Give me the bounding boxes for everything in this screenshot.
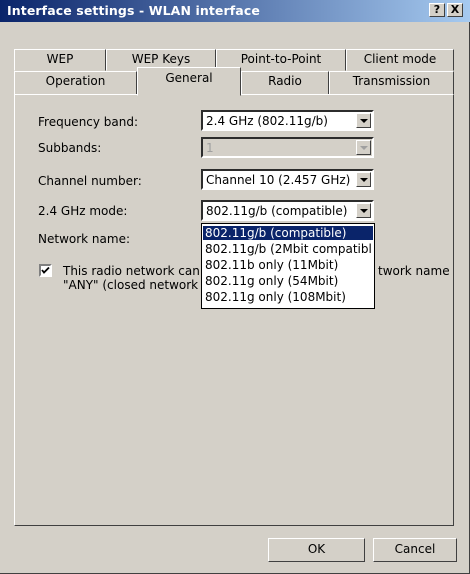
tab-general[interactable]: General <box>137 67 241 96</box>
frequency-band-label: Frequency band: <box>38 115 139 129</box>
mode-option[interactable]: 802.11b only (11Mbit) <box>203 258 373 272</box>
network-name-label: Network name: <box>38 232 130 246</box>
tab-client-mode[interactable]: Client mode <box>346 49 454 71</box>
subbands-select: 1 <box>201 137 374 158</box>
mode-option[interactable]: 802.11g/b (compatible) <box>203 226 373 240</box>
mode-option[interactable]: 802.11g only (54Mbit) <box>203 274 373 288</box>
chevron-down-icon[interactable] <box>356 203 371 218</box>
chevron-down-icon[interactable] <box>356 172 371 187</box>
closed-network-text-line1-end: twork name <box>378 264 450 278</box>
subbands-label: Subbands: <box>38 141 102 155</box>
closed-network-checkbox[interactable] <box>39 264 52 277</box>
tab-wep[interactable]: WEP <box>14 49 106 71</box>
close-button[interactable]: X <box>447 3 463 17</box>
channel-number-value: Channel 10 (2.457 GHz) <box>206 173 351 187</box>
mode-dropdown-list[interactable]: 802.11g/b (compatible) 802.11g/b (2Mbit … <box>201 223 375 309</box>
checkmark-icon <box>41 266 50 274</box>
tab-radio[interactable]: Radio <box>241 71 329 95</box>
help-button[interactable]: ? <box>429 3 445 17</box>
title-bar[interactable]: Interface settings - WLAN interface ? X <box>0 0 470 22</box>
tab-transmission[interactable]: Transmission <box>329 71 454 95</box>
chevron-down-icon <box>356 140 371 155</box>
mode-select[interactable]: 802.11g/b (compatible) <box>201 200 374 221</box>
mode-value: 802.11g/b (compatible) <box>206 204 348 218</box>
subbands-value: 1 <box>206 141 214 155</box>
mode-option[interactable]: 802.11g only (108Mbit) <box>203 290 373 304</box>
channel-number-select[interactable]: Channel 10 (2.457 GHz) <box>201 169 374 190</box>
closed-network-text-line2: "ANY" (closed network <box>63 278 199 292</box>
dialog-window: Interface settings - WLAN interface ? X … <box>0 0 470 574</box>
mode-label: 2.4 GHz mode: <box>38 204 128 218</box>
chevron-down-icon[interactable] <box>356 113 371 128</box>
channel-number-label: Channel number: <box>38 174 142 188</box>
frequency-band-select[interactable]: 2.4 GHz (802.11g/b) <box>201 110 374 131</box>
cancel-button[interactable]: Cancel <box>373 538 457 562</box>
closed-network-text-line1: This radio network can <box>63 264 200 278</box>
general-tab-panel <box>14 94 454 526</box>
mode-option[interactable]: 802.11g/b (2Mbit compatibl <box>203 242 373 256</box>
frequency-band-value: 2.4 GHz (802.11g/b) <box>206 114 328 128</box>
ok-button[interactable]: OK <box>268 538 365 562</box>
window-title: Interface settings - WLAN interface <box>7 3 260 18</box>
tab-operation[interactable]: Operation <box>14 71 137 95</box>
